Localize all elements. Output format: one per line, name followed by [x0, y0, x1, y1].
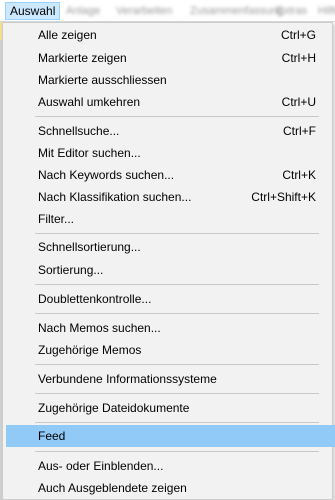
menu-separator [35, 422, 319, 423]
menu-item-label: Aus- oder Einblenden... [38, 459, 164, 473]
menu-separator [35, 451, 319, 452]
menu-item-label: Mit Editor suchen... [38, 146, 141, 160]
menu-item-label: Schnellsuche... [38, 124, 120, 138]
menu-item-label: Nach Memos suchen... [38, 321, 161, 335]
menu-item-mit-editor-suchen[interactable]: Mit Editor suchen... [3, 142, 332, 164]
menu-separator [35, 393, 319, 394]
menu-item-label: Doublettenkontrolle... [38, 292, 152, 306]
menu-item-shortcut: Ctrl+Shift+K [251, 190, 316, 204]
menu-hilfe[interactable]: Hilfe [318, 2, 335, 20]
menu-item-markierte-ausschliessen[interactable]: Markierte ausschliessen [3, 69, 332, 91]
menu-item-aus-oder-einblenden[interactable]: Aus- oder Einblenden... [3, 455, 332, 477]
menu-bar: Auswahl Anlage Verarbeiten Zusammenfassu… [0, 0, 335, 22]
menu-item-label: Alle zeigen [38, 28, 97, 42]
menu-separator [35, 116, 319, 117]
menu-item-label: Auch Ausgeblendete zeigen [38, 481, 187, 495]
menu-item-auch-ausgeblendete-zeigen[interactable]: Auch Ausgeblendete zeigen [3, 477, 332, 499]
menu-item-schnellsortierung[interactable]: Schnellsortierung... [3, 236, 332, 258]
menu-item-zugehoerige-memos[interactable]: Zugehörige Memos [3, 339, 332, 361]
menu-item-shortcut: Ctrl+K [282, 168, 316, 182]
menu-item-nach-memos-suchen[interactable]: Nach Memos suchen... [3, 317, 332, 339]
menu-item-label: Auswahl umkehren [38, 95, 141, 109]
menu-item-label: Feed [38, 429, 66, 443]
menu-item-nach-keywords-suchen[interactable]: Nach Keywords suchen... Ctrl+K [3, 164, 332, 186]
menu-separator [35, 284, 319, 285]
menu-item-markierte-zeigen[interactable]: Markierte zeigen Ctrl+H [3, 47, 332, 69]
menu-item-label: Sortierung... [38, 263, 104, 277]
menu-item-shortcut: Ctrl+F [283, 124, 316, 138]
menu-item-shortcut: Ctrl+G [280, 28, 316, 42]
menu-zusammenfassung[interactable]: Zusammenfassung [190, 2, 284, 20]
menu-item-filter[interactable]: Filter... [3, 208, 332, 230]
menu-item-doublettenkontrolle[interactable]: Doublettenkontrolle... [3, 288, 332, 310]
menu-item-label: Schnellsortierung... [38, 240, 141, 254]
menu-item-zugehoerige-dateidokumente[interactable]: Zugehörige Dateidokumente [3, 397, 332, 419]
menu-item-schnellsuche[interactable]: Schnellsuche... Ctrl+F [3, 120, 332, 142]
menu-item-verbundene-informationssysteme[interactable]: Verbundene Informationssysteme [3, 368, 332, 390]
menu-separator [35, 233, 319, 234]
menu-item-auswahl-umkehren[interactable]: Auswahl umkehren Ctrl+U [3, 91, 332, 113]
menu-separator [35, 313, 319, 314]
menu-item-label: Zugehörige Memos [38, 343, 142, 357]
menu-item-label: Markierte ausschliessen [38, 73, 167, 87]
menu-item-feed[interactable]: Feed [6, 425, 335, 447]
menu-item-label: Filter... [38, 212, 75, 226]
menu-item-label: Nach Keywords suchen... [38, 168, 175, 182]
menu-item-label: Verbundene Informationssysteme [38, 372, 217, 386]
menu-item-nach-klassifikation-suchen[interactable]: Nach Klassifikation suchen... Ctrl+Shift… [3, 186, 332, 208]
menu-anlage[interactable]: Anlage [66, 2, 100, 20]
menu-separator [35, 364, 319, 365]
menu-extras[interactable]: Extras [276, 2, 307, 20]
auswahl-dropdown-menu: Alle zeigen Ctrl+G Markierte zeigen Ctrl… [2, 22, 335, 500]
menu-item-label: Zugehörige Dateidokumente [38, 401, 190, 415]
menu-item-label: Markierte zeigen [38, 51, 127, 65]
menu-auswahl[interactable]: Auswahl [5, 2, 61, 20]
menu-item-shortcut: Ctrl+H [281, 51, 316, 65]
menu-item-alle-zeigen[interactable]: Alle zeigen Ctrl+G [3, 24, 332, 46]
menu-verarbeiten[interactable]: Verarbeiten [116, 2, 172, 20]
menu-item-shortcut: Ctrl+U [281, 95, 316, 109]
menu-item-label: Nach Klassifikation suchen... [38, 190, 192, 204]
menu-item-sortierung[interactable]: Sortierung... [3, 259, 332, 281]
